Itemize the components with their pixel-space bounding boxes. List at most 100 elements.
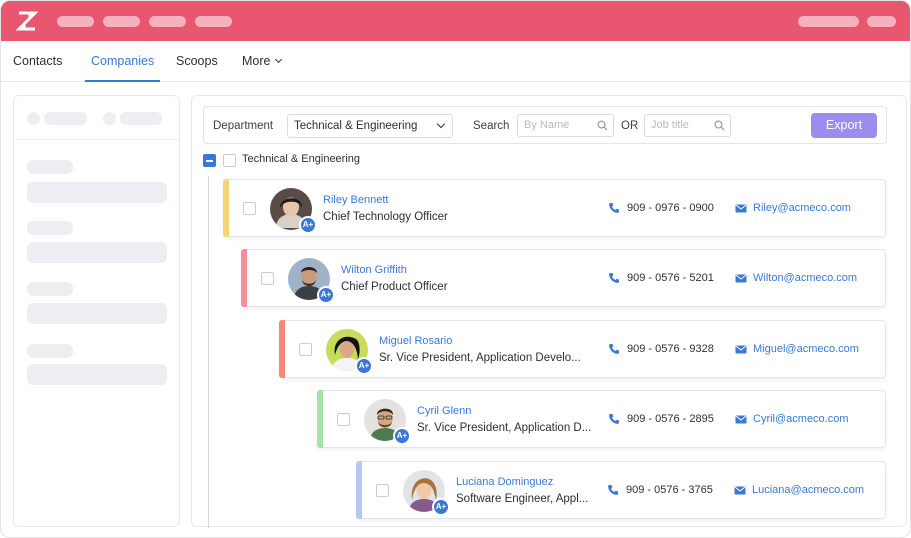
tab-more-label: More bbox=[242, 54, 271, 68]
card-accent bbox=[241, 249, 247, 307]
logo-icon[interactable] bbox=[16, 10, 38, 32]
card-accent bbox=[223, 179, 229, 237]
tab-more[interactable]: More bbox=[242, 41, 283, 82]
rating-badge: A+ bbox=[432, 498, 450, 516]
contact-title: Software Engineer, Appl... bbox=[456, 493, 589, 505]
tab-scoops[interactable]: Scoops bbox=[176, 41, 218, 82]
mail-icon bbox=[735, 204, 747, 213]
contact-phone: 909 - 0576 - 3765 bbox=[626, 484, 713, 496]
department-select[interactable]: Technical & Engineering bbox=[287, 114, 453, 138]
tab-companies[interactable]: Companies bbox=[84, 41, 161, 82]
phone-icon bbox=[609, 414, 619, 424]
contact-name[interactable]: Wilton Griffith bbox=[341, 264, 407, 276]
search-label: Search bbox=[473, 120, 510, 132]
job-title-placeholder: Job title bbox=[651, 119, 689, 131]
filter-bar: Department Technical & Engineering Searc… bbox=[203, 106, 887, 144]
skeleton-dot bbox=[103, 112, 116, 125]
tab-contacts[interactable]: Contacts bbox=[13, 41, 62, 82]
contact-email[interactable]: Riley@acmeco.com bbox=[753, 202, 851, 214]
mail-icon bbox=[735, 415, 747, 424]
group-checkbox[interactable] bbox=[223, 154, 236, 167]
tree-connector bbox=[208, 176, 209, 528]
name-search-input[interactable]: By Name bbox=[517, 114, 614, 137]
phone-icon bbox=[609, 273, 619, 283]
rating-badge: A+ bbox=[299, 216, 317, 234]
contact-card[interactable]: A+ Riley Bennett Chief Technology Office… bbox=[223, 179, 886, 237]
user-placeholder bbox=[867, 16, 896, 27]
contact-email[interactable]: Cyril@acmeco.com bbox=[753, 413, 849, 425]
rating-badge: A+ bbox=[317, 286, 335, 304]
contact-phone: 909 - 0576 - 2895 bbox=[627, 413, 714, 425]
search-icon bbox=[597, 120, 608, 131]
contact-checkbox[interactable] bbox=[376, 484, 389, 497]
rating-badge: A+ bbox=[393, 427, 411, 445]
top-bar bbox=[1, 1, 910, 41]
contact-name[interactable]: Miguel Rosario bbox=[379, 335, 452, 347]
contact-name[interactable]: Cyril Glenn bbox=[417, 405, 471, 417]
contact-email[interactable]: Wilton@acmeco.com bbox=[753, 272, 857, 284]
skeleton-label bbox=[27, 221, 73, 235]
phone-icon bbox=[608, 485, 618, 495]
contact-card[interactable]: A+ Luciana Dominguez Software Engineer, … bbox=[356, 461, 886, 519]
collapse-group-toggle[interactable] bbox=[203, 154, 216, 167]
skeleton-label bbox=[27, 160, 73, 174]
user-placeholder bbox=[798, 16, 859, 27]
contact-card[interactable]: A+ Wilton Griffith Chief Product Officer… bbox=[241, 249, 886, 307]
contact-title: Sr. Vice President, Application D... bbox=[417, 422, 592, 434]
contact-name[interactable]: Luciana Dominguez bbox=[456, 476, 553, 488]
contact-card[interactable]: A+ Cyril Glenn Sr. Vice President, Appli… bbox=[317, 390, 886, 448]
chevron-down-icon bbox=[275, 55, 283, 64]
skeleton-field bbox=[27, 303, 167, 324]
nav-placeholder bbox=[57, 16, 94, 27]
card-accent bbox=[279, 320, 285, 378]
contact-phone: 909 - 0976 - 0900 bbox=[627, 202, 714, 214]
contact-checkbox[interactable] bbox=[261, 272, 274, 285]
main-panel: Department Technical & Engineering Searc… bbox=[191, 95, 907, 528]
avatar: A+ bbox=[288, 258, 335, 304]
avatar: A+ bbox=[326, 329, 373, 375]
mail-icon bbox=[735, 274, 747, 283]
contact-title: Chief Product Officer bbox=[341, 281, 448, 293]
contact-title: Chief Technology Officer bbox=[323, 211, 448, 223]
department-value: Technical & Engineering bbox=[294, 120, 418, 132]
tab-bar: Contacts Companies Scoops More bbox=[1, 41, 910, 82]
phone-icon bbox=[609, 203, 619, 213]
skeleton-field bbox=[27, 242, 167, 263]
skeleton-label bbox=[27, 282, 73, 296]
department-label: Department bbox=[213, 120, 274, 132]
skeleton-bar bbox=[120, 112, 162, 125]
contact-email[interactable]: Miguel@acmeco.com bbox=[753, 343, 859, 355]
contact-checkbox[interactable] bbox=[243, 202, 256, 215]
search-icon bbox=[714, 120, 725, 131]
contact-email[interactable]: Luciana@acmeco.com bbox=[752, 484, 864, 496]
contact-card[interactable]: A+ Miguel Rosario Sr. Vice President, Ap… bbox=[279, 320, 886, 378]
job-title-search-input[interactable]: Job title bbox=[644, 114, 731, 137]
skeleton-dot bbox=[27, 112, 40, 125]
nav-placeholder bbox=[149, 16, 186, 27]
app-window: Contacts Companies Scoops More Departmen… bbox=[0, 0, 911, 538]
filter-sidebar bbox=[13, 95, 180, 527]
avatar: A+ bbox=[270, 188, 317, 234]
contact-name[interactable]: Riley Bennett bbox=[323, 194, 388, 206]
rating-badge: A+ bbox=[355, 357, 373, 375]
name-search-placeholder: By Name bbox=[524, 119, 570, 131]
nav-placeholder bbox=[195, 16, 232, 27]
contact-phone: 909 - 0576 - 9328 bbox=[627, 343, 714, 355]
skeleton-bar bbox=[44, 112, 87, 125]
contact-checkbox[interactable] bbox=[337, 413, 350, 426]
contact-title: Sr. Vice President, Application Develo..… bbox=[379, 352, 581, 364]
mail-icon bbox=[734, 486, 746, 495]
or-label: OR bbox=[621, 120, 639, 132]
mail-icon bbox=[735, 345, 747, 354]
skeleton-field bbox=[27, 364, 167, 385]
skeleton-label bbox=[27, 344, 73, 358]
avatar: A+ bbox=[364, 399, 411, 445]
group-label: Technical & Engineering bbox=[242, 153, 361, 165]
export-button[interactable]: Export bbox=[811, 113, 877, 138]
contact-checkbox[interactable] bbox=[299, 343, 312, 356]
skeleton-field bbox=[27, 182, 167, 203]
contact-phone: 909 - 0576 - 5201 bbox=[627, 272, 714, 284]
card-accent bbox=[317, 390, 323, 448]
chevron-down-icon bbox=[436, 119, 446, 129]
avatar: A+ bbox=[403, 470, 450, 516]
